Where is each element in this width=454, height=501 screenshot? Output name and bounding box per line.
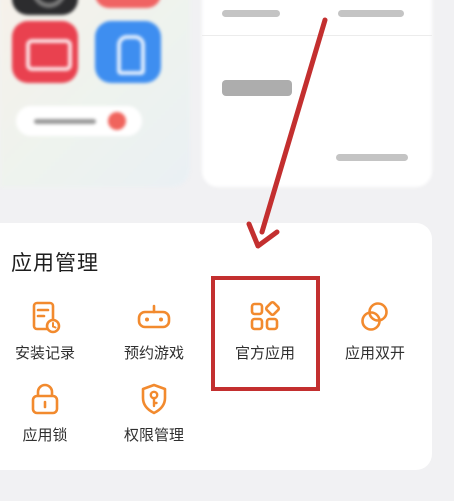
dual-app-label: 应用双开 [344,344,405,362]
install-record-label: 安装记录 [14,344,75,362]
section-title: 应用管理 [11,251,99,275]
blurred-app-icon[interactable] [12,0,78,15]
app-lock-item[interactable]: 应用锁 [0,381,95,451]
blurred-text [338,10,404,17]
dual-app-item[interactable]: 应用双开 [325,299,425,369]
app-lock-label: 应用锁 [22,426,68,444]
permission-management-label: 权限管理 [123,426,184,444]
lock-icon [31,383,59,415]
blurred-top-area [0,0,454,210]
permission-management-item[interactable]: 权限管理 [104,381,204,451]
blurred-app-icon[interactable] [95,21,161,83]
blurred-app-icon[interactable] [95,0,161,8]
shield-key-icon [141,383,167,415]
reserve-games-label: 预约游戏 [123,344,184,362]
blurred-action-pill[interactable] [16,106,142,136]
blurred-app-icon[interactable] [12,21,78,83]
install-record-item[interactable]: 安装记录 [0,299,95,369]
dual-app-icon [361,302,388,331]
annotation-highlight-box [211,276,320,391]
blurred-apps-card [0,0,190,187]
blurred-text [222,10,280,17]
blurred-text [222,80,292,96]
blurred-text [336,154,408,161]
gamepad-icon [137,304,171,329]
divider [202,35,432,36]
reserve-games-item[interactable]: 预约游戏 [104,299,204,369]
install-record-icon [32,301,61,334]
